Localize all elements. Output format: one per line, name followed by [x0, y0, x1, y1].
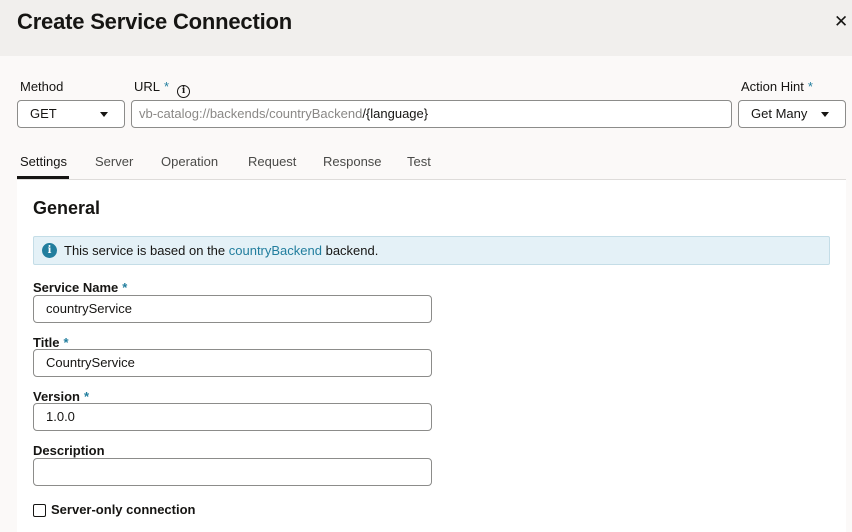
settings-panel: General i This service is based on the c… [17, 180, 846, 532]
dialog-title: Create Service Connection [17, 9, 292, 34]
action-hint-select[interactable]: Get Many [738, 100, 846, 128]
dialog-header: Create Service Connection ✕ [0, 0, 852, 56]
server-only-label: Server-only connection [51, 502, 196, 517]
tab-settings[interactable]: Settings [20, 154, 67, 169]
version-label: Version * [33, 389, 90, 404]
dialog-body: Method GET URL * i vb-catalog://backends/c… [0, 56, 852, 532]
tab-test[interactable]: Test [407, 154, 431, 169]
chevron-down-icon [821, 112, 829, 117]
backend-link[interactable]: countryBackend [229, 243, 322, 258]
required-marker: * [83, 389, 90, 404]
description-label: Description [33, 443, 105, 458]
service-name-field[interactable]: countryService [33, 295, 432, 323]
action-hint-label: Action Hint * [741, 79, 813, 94]
url-field[interactable]: vb-catalog://backends/countryBackend/{la… [131, 100, 732, 128]
banner-text-suffix: backend. [321, 243, 379, 258]
tab-bar: Settings Server Operation Request Respon… [0, 149, 852, 179]
url-base-text: vb-catalog://backends/countryBackend [139, 106, 363, 121]
banner-text-prefix: This service is based on the [64, 243, 229, 258]
method-select[interactable]: GET [17, 100, 125, 128]
url-label: URL * i [134, 79, 191, 98]
service-name-label: Service Name * [33, 280, 128, 295]
chevron-down-icon [100, 112, 108, 117]
url-path-text: /{language} [362, 106, 429, 121]
required-marker: * [63, 335, 69, 350]
action-hint-value: Get Many [751, 106, 808, 121]
title-field[interactable]: CountryService [33, 349, 432, 377]
section-title: General [33, 198, 101, 218]
tab-operation[interactable]: Operation [161, 154, 218, 169]
method-value: GET [30, 106, 57, 121]
server-only-checkbox[interactable] [33, 504, 46, 517]
info-banner: i This service is based on the countryBa… [33, 236, 830, 265]
required-marker: * [122, 280, 128, 295]
info-icon[interactable]: i [177, 85, 191, 98]
tab-server[interactable]: Server [95, 154, 133, 169]
info-icon: i [42, 243, 57, 258]
description-field[interactable] [33, 458, 432, 486]
required-marker: * [807, 79, 813, 94]
required-marker: * [164, 79, 170, 94]
version-field[interactable]: 1.0.0 [33, 403, 432, 431]
title-label: Title * [33, 335, 69, 350]
close-icon[interactable]: ✕ [834, 12, 852, 32]
method-label: Method [20, 79, 64, 94]
tab-response[interactable]: Response [323, 154, 382, 169]
tab-request[interactable]: Request [248, 154, 296, 169]
